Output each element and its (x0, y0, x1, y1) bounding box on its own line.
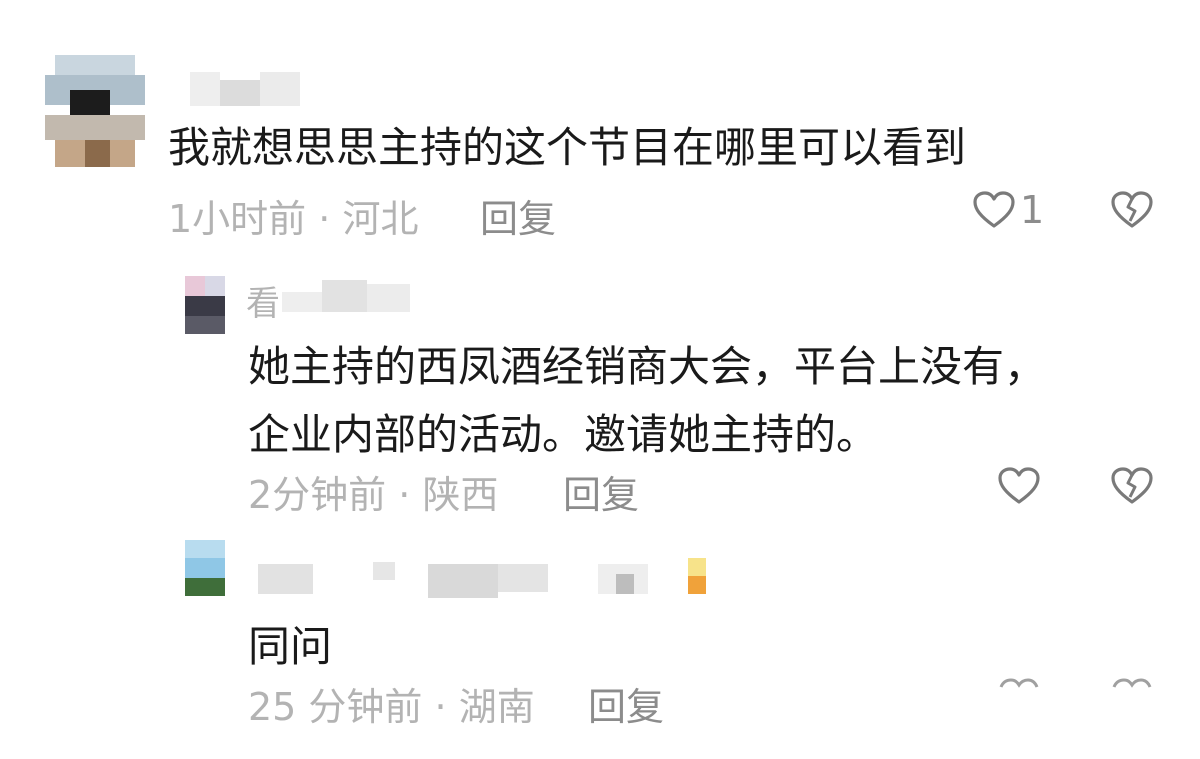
meta-separator: · (422, 685, 459, 729)
comment-meta: 25 分钟前 · 湖南 (248, 676, 535, 731)
comment-location: 陕西 (422, 473, 499, 517)
comment-time: 2分钟前 (248, 473, 387, 517)
comment-text: 我就想思思主持的这个节目在哪里可以看到 (168, 123, 967, 172)
comment-time: 1小时前 (168, 197, 307, 241)
comment-location: 河北 (342, 197, 419, 241)
like-count: 1 (1020, 188, 1045, 232)
heart-outline-icon (973, 191, 1015, 228)
meta-separator: · (386, 473, 423, 517)
username-blurred[interactable] (190, 72, 300, 106)
username-blurred[interactable] (258, 558, 718, 598)
username-prefix[interactable]: 看 (246, 276, 280, 325)
comment-1: 我就想思思主持的这个节目在哪里可以看到 1小时前 · 河北 回复 1 (0, 0, 1200, 260)
comment-text: 同问 (248, 622, 333, 671)
reply-button[interactable]: 回复 (563, 464, 639, 519)
broken-heart-icon[interactable] (1110, 466, 1154, 506)
username-blurred[interactable] (282, 280, 410, 312)
heart-outline-icon[interactable] (997, 678, 1041, 688)
heart-outline-icon[interactable] (997, 466, 1041, 506)
reply-button[interactable]: 回复 (588, 676, 664, 731)
avatar[interactable] (185, 276, 225, 334)
broken-heart-icon[interactable] (1110, 190, 1154, 230)
reply-button[interactable]: 回复 (480, 188, 556, 243)
comment-text-line-2: 企业内部的活动。邀请她主持的。 (248, 410, 879, 459)
comment-text-line-1: 她主持的西凤酒经销商大会，平台上没有， (248, 342, 1047, 391)
meta-separator: · (306, 197, 343, 241)
comment-location: 湖南 (458, 685, 535, 729)
like-button[interactable]: 1 (972, 188, 1044, 232)
broken-heart-icon[interactable] (1110, 678, 1154, 688)
avatar[interactable] (45, 55, 145, 167)
comment-time: 25 分钟前 (248, 685, 423, 729)
comment-2: 看 她主持的西凤酒经销商大会，平台上没有， 企业内部的活动。邀请她主持的。 2分… (0, 260, 1200, 520)
comment-meta: 2分钟前 · 陕西 (248, 464, 498, 519)
avatar[interactable] (185, 540, 225, 596)
comment-3: 同问 25 分钟前 · 湖南 回复 (0, 520, 1200, 759)
comment-meta: 1小时前 · 河北 (168, 188, 418, 243)
